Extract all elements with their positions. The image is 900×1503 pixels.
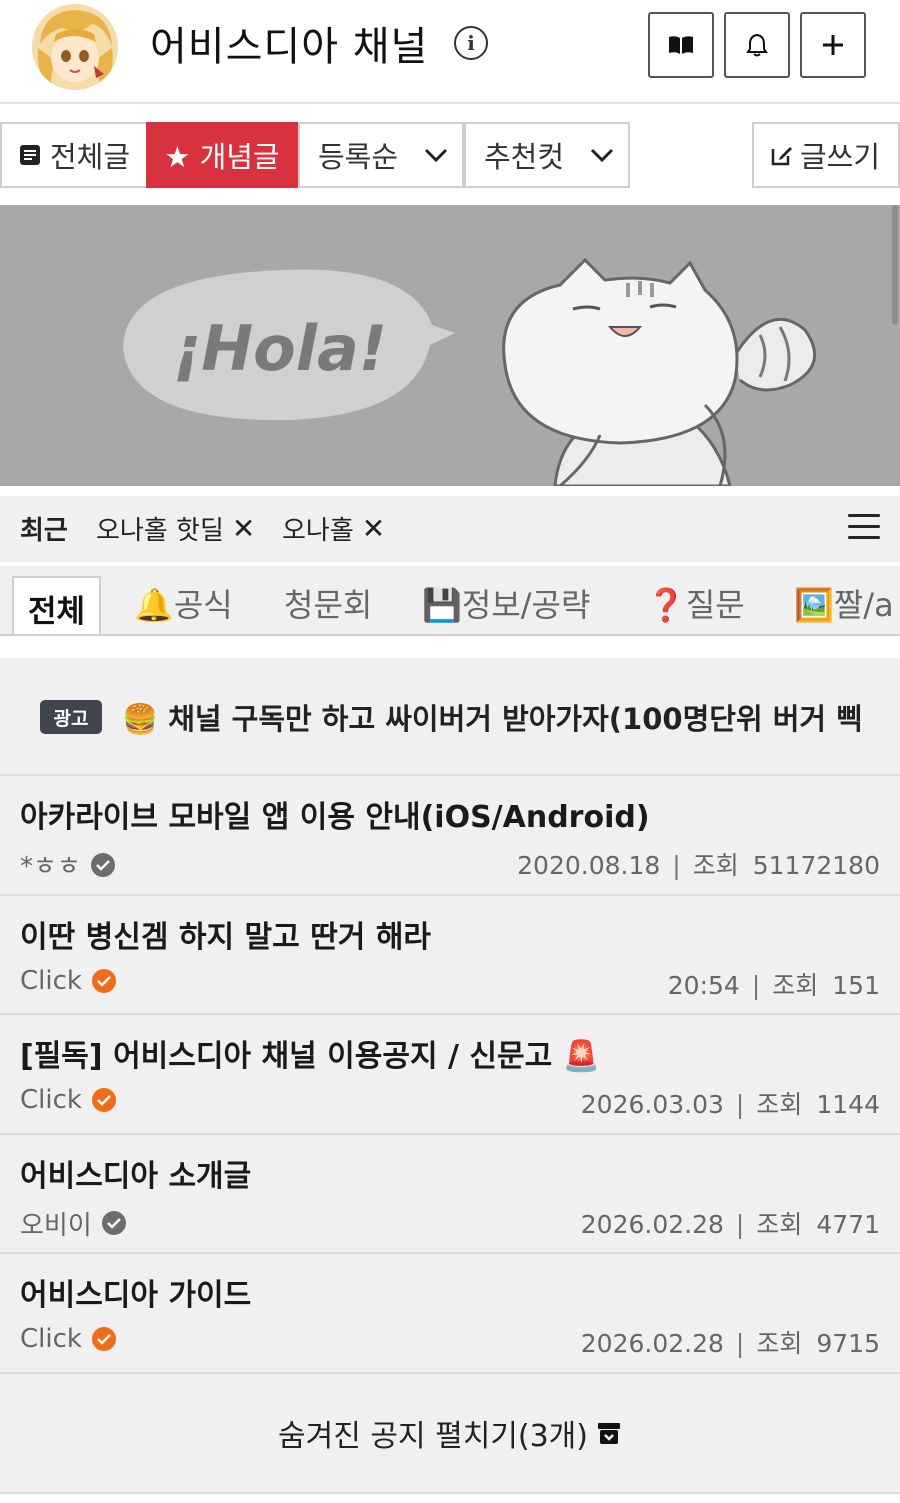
all-posts-label: 전체글 xyxy=(50,140,131,174)
post-list: 광고 🍔 채널 구독만 하고 싸이버거 받아가자(100명단위 버거 삑 아카라… xyxy=(0,658,900,1494)
ad-badge: 광고 xyxy=(40,700,102,734)
author-name: Click xyxy=(20,965,82,996)
post-author[interactable]: *ㅎㅎ xyxy=(20,846,115,883)
post-author[interactable]: Click xyxy=(20,1085,116,1115)
archive-icon xyxy=(597,1422,620,1444)
bookmark-button[interactable] xyxy=(648,12,714,78)
recent-chip-label: 오나홀 xyxy=(282,516,354,546)
edit-icon xyxy=(771,147,792,166)
post-date: 2020.08.18 xyxy=(517,851,661,880)
verified-check-icon xyxy=(101,1211,126,1235)
recent-chip[interactable]: 오나홀 ✕ xyxy=(282,510,385,547)
post-meta: 2020.08.18 | 조회 51172180 xyxy=(517,851,880,880)
info-icon[interactable]: i xyxy=(454,26,488,60)
post-date: 2026.03.03 xyxy=(580,1090,724,1119)
notice-row[interactable]: 아카라이브 모바일 앱 이용 안내(iOS/Android) *ㅎㅎ 2020.… xyxy=(0,776,900,896)
post-meta: 2026.02.28 | 조회 9715 xyxy=(580,1329,880,1358)
views-label: 조회 xyxy=(756,1329,803,1358)
tab-hearing[interactable]: 청문회 xyxy=(284,580,372,626)
verified-check-icon xyxy=(91,1327,116,1351)
channel-banner: ¡Hola! xyxy=(0,205,900,486)
author-name: Click xyxy=(20,1324,82,1354)
verified-check-icon xyxy=(91,1088,116,1112)
recent-title: 최근 xyxy=(20,516,68,546)
board-toolbar: 전체글 ★ 개념글 등록순 추천컷 글쓰기 xyxy=(0,122,900,190)
tab-all[interactable]: 전체 xyxy=(12,576,101,634)
category-tabs: 전체 🔔공식 청문회 💾정보/공략 ❓질문 🖼️짤/a xyxy=(0,566,900,636)
notification-button[interactable] xyxy=(724,12,790,78)
all-posts-button[interactable]: 전체글 xyxy=(0,122,148,188)
chevron-down-icon xyxy=(590,148,614,163)
tab-question[interactable]: ❓질문 xyxy=(646,580,745,626)
best-posts-label: ★ 개념글 xyxy=(164,140,280,174)
post-date: 2026.02.28 xyxy=(580,1329,724,1358)
post-title[interactable]: 아카라이브 모바일 앱 이용 안내(iOS/Android) xyxy=(20,792,650,836)
tab-official[interactable]: 🔔공식 xyxy=(134,580,233,626)
post-title[interactable]: 어비스디아 가이드 xyxy=(20,1270,251,1314)
notice-row[interactable]: 어비스디아 가이드 Click 2026.02.28 | 조회 9715 xyxy=(0,1254,900,1374)
post-meta: 20:54 | 조회 151 xyxy=(667,970,880,1000)
view-count: 151 xyxy=(832,970,880,1000)
post-date: 2026.02.28 xyxy=(580,1209,724,1239)
view-count: 9715 xyxy=(816,1329,880,1358)
channel-header: 어비스디아 채널 i xyxy=(0,0,900,104)
ad-title[interactable]: 🍔 채널 구독만 하고 싸이버거 받아가자(100명단위 버거 삑 xyxy=(122,696,863,738)
views-label: 조회 xyxy=(692,851,739,880)
post-author[interactable]: Click xyxy=(20,966,116,996)
recent-channels-bar: 최근 오나홀 핫딜 ✕ 오나홀 ✕ xyxy=(0,496,900,562)
sort-select[interactable]: 등록순 xyxy=(298,122,464,188)
write-label: 글쓰기 xyxy=(800,140,881,174)
ad-row[interactable]: 광고 🍔 채널 구독만 하고 싸이버거 받아가자(100명단위 버거 삑 xyxy=(0,658,900,776)
menu-icon[interactable] xyxy=(848,514,880,540)
close-icon[interactable]: ✕ xyxy=(362,512,385,545)
post-title[interactable]: 이딴 병신겜 하지 말고 딴거 해라 xyxy=(20,912,431,956)
write-button[interactable]: 글쓰기 xyxy=(752,122,900,188)
channel-title: 어비스디아 채널 xyxy=(150,24,429,70)
post-meta: 2026.03.03 | 조회 1144 xyxy=(580,1090,880,1119)
notice-row[interactable]: 어비스디아 소개글 오비이 2026.02.28 | 조회 4771 xyxy=(0,1135,900,1254)
plus-icon xyxy=(823,35,843,55)
banner-illustration: ¡Hola! xyxy=(123,257,816,486)
post-author[interactable]: 오비이 xyxy=(20,1205,126,1242)
views-label: 조회 xyxy=(756,1209,803,1239)
add-button[interactable] xyxy=(800,12,866,78)
views-label: 조회 xyxy=(756,1090,803,1119)
recommend-label: 추천컷 xyxy=(484,140,565,174)
post-author[interactable]: Click xyxy=(20,1324,116,1354)
verified-check-icon xyxy=(91,968,116,993)
close-icon[interactable]: ✕ xyxy=(232,512,255,545)
views-label: 조회 xyxy=(772,970,819,1000)
post-meta: 2026.02.28 | 조회 4771 xyxy=(580,1209,880,1239)
author-name: *ㅎㅎ xyxy=(20,852,81,882)
tab-images[interactable]: 🖼️짤/a xyxy=(794,580,894,626)
notice-row[interactable]: 이딴 병신겜 하지 말고 딴거 해라 Click 20:54 | 조회 151 xyxy=(0,896,900,1015)
best-posts-button[interactable]: ★ 개념글 xyxy=(146,122,298,188)
expand-hidden-notices-button[interactable]: 숨겨진 공지 펼치기(3개) xyxy=(0,1374,900,1494)
view-count: 51172180 xyxy=(752,851,880,880)
author-name: 오비이 xyxy=(20,1210,92,1241)
tab-info-guide[interactable]: 💾정보/공략 xyxy=(422,580,590,626)
book-icon xyxy=(669,36,693,54)
channel-avatar[interactable] xyxy=(32,4,118,90)
view-count: 4771 xyxy=(816,1209,880,1239)
view-count: 1144 xyxy=(816,1090,880,1119)
sort-label: 등록순 xyxy=(318,140,399,174)
expand-label: 숨겨진 공지 펼치기(3개) xyxy=(278,1418,588,1454)
recent-chip[interactable]: 오나홀 핫딜 ✕ xyxy=(96,510,255,547)
post-title[interactable]: [필독] 어비스디아 채널 이용공지 / 신문고 🚨 xyxy=(20,1031,600,1075)
author-name: Click xyxy=(20,1085,82,1115)
post-date: 20:54 xyxy=(667,970,740,1000)
post-title[interactable]: 어비스디아 소개글 xyxy=(20,1151,251,1195)
list-icon xyxy=(20,145,40,165)
banner-scrollbar[interactable] xyxy=(892,205,898,325)
recommend-select[interactable]: 추천컷 xyxy=(464,122,630,188)
banner-bubble-text: ¡Hola! xyxy=(173,312,387,385)
notice-row[interactable]: [필독] 어비스디아 채널 이용공지 / 신문고 🚨 Click 2026.03… xyxy=(0,1015,900,1135)
recent-chip-label: 오나홀 핫딜 xyxy=(96,516,224,546)
verified-check-icon xyxy=(90,852,115,877)
bell-icon xyxy=(746,33,768,57)
chevron-down-icon xyxy=(424,148,448,163)
